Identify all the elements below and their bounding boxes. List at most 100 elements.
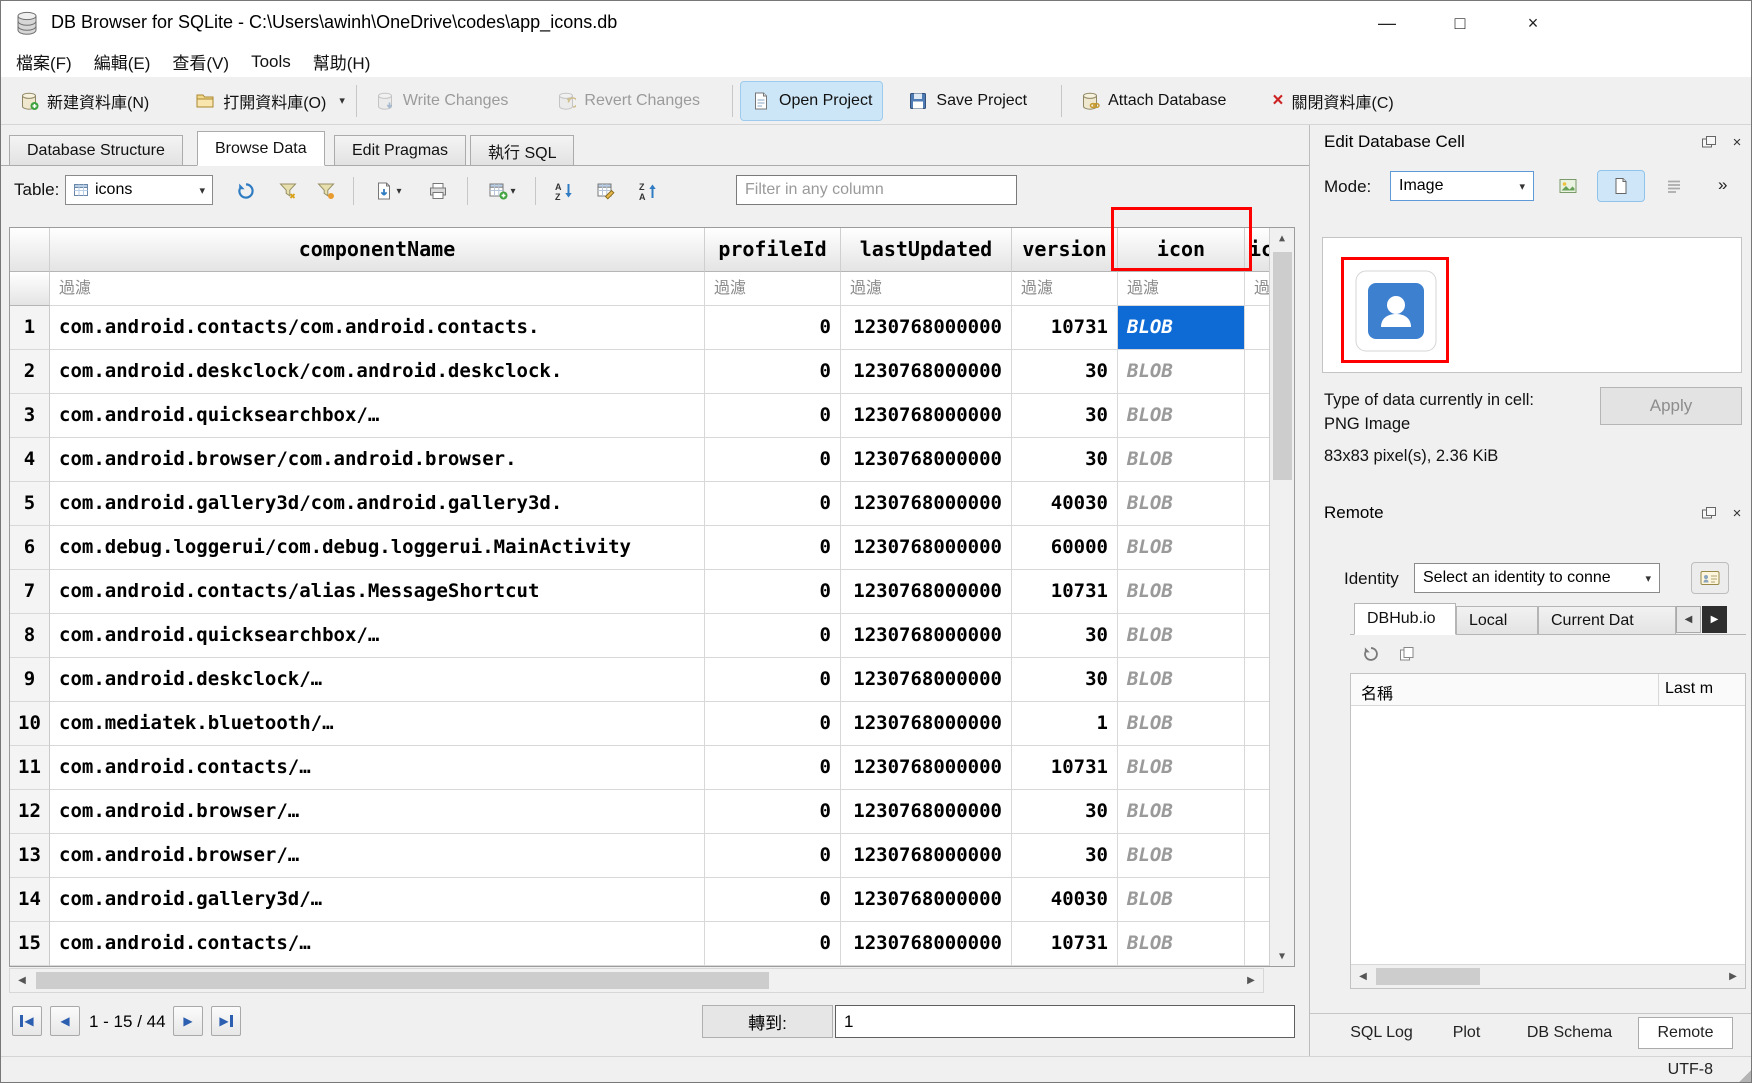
- lastUpdated-cell[interactable]: 1230768000000: [841, 306, 1012, 350]
- icon-cell[interactable]: BLOB: [1118, 570, 1245, 614]
- profileId-cell[interactable]: 0: [705, 878, 841, 922]
- profileId-cell[interactable]: 0: [705, 702, 841, 746]
- next-record-button[interactable]: ▶: [173, 1006, 203, 1036]
- componentName-cell[interactable]: com.android.contacts/com.android.contact…: [50, 306, 705, 350]
- open-database-dropdown[interactable]: ▾: [336, 94, 348, 107]
- toolbar-overflow-button[interactable]: »: [1718, 175, 1727, 195]
- float-panel-button[interactable]: [1696, 501, 1722, 525]
- menu-file[interactable]: 檔案(F): [5, 45, 83, 78]
- version-cell[interactable]: 10731: [1012, 922, 1118, 966]
- save-view-button[interactable]: ▾: [363, 175, 413, 207]
- version-cell[interactable]: 10731: [1012, 570, 1118, 614]
- maximize-button[interactable]: □: [1437, 1, 1483, 46]
- version-cell[interactable]: 30: [1012, 834, 1118, 878]
- extra-cell[interactable]: [1245, 878, 1270, 922]
- remote-tab-local[interactable]: Local: [1456, 606, 1538, 635]
- refresh-button[interactable]: [229, 175, 263, 207]
- scroll-down-button[interactable]: ▼: [1270, 946, 1294, 966]
- profileId-cell[interactable]: 0: [705, 922, 841, 966]
- icon-cell[interactable]: BLOB: [1118, 702, 1245, 746]
- minimize-button[interactable]: —: [1364, 1, 1410, 46]
- lastUpdated-cell[interactable]: 1230768000000: [841, 438, 1012, 482]
- lastUpdated-cell[interactable]: 1230768000000: [841, 482, 1012, 526]
- apply-button[interactable]: Apply: [1600, 387, 1742, 425]
- componentName-cell[interactable]: com.android.deskclock/com.android.deskcl…: [50, 350, 705, 394]
- resize-grip[interactable]: [1738, 1069, 1751, 1082]
- new-database-button[interactable]: 新建資料庫(N): [9, 82, 159, 120]
- icon-cell[interactable]: BLOB: [1118, 746, 1245, 790]
- profileId-cell[interactable]: 0: [705, 482, 841, 526]
- componentName-cell[interactable]: com.android.quicksearchbox/…: [50, 394, 705, 438]
- profileId-cell[interactable]: 0: [705, 438, 841, 482]
- filter-version[interactable]: 過濾: [1012, 272, 1118, 306]
- icon-cell[interactable]: BLOB: [1118, 834, 1245, 878]
- open-database-button[interactable]: 打開資料庫(O): [185, 82, 336, 120]
- version-cell[interactable]: 40030: [1012, 878, 1118, 922]
- extra-cell[interactable]: [1245, 350, 1270, 394]
- horizontal-scrollbar[interactable]: ◀ ▶: [9, 968, 1264, 993]
- icon-cell[interactable]: BLOB: [1118, 350, 1245, 394]
- version-cell[interactable]: 30: [1012, 790, 1118, 834]
- componentName-cell[interactable]: com.android.quicksearchbox/…: [50, 614, 705, 658]
- componentName-cell[interactable]: com.android.gallery3d/…: [50, 878, 705, 922]
- table-selector[interactable]: icons ▾: [65, 175, 213, 205]
- close-panel-button[interactable]: ×: [1724, 501, 1750, 525]
- version-cell[interactable]: 30: [1012, 350, 1118, 394]
- last-record-button[interactable]: ▶: [211, 1006, 241, 1036]
- text-mode-button[interactable]: [1598, 171, 1644, 201]
- import-image-button[interactable]: [1550, 171, 1586, 201]
- version-cell[interactable]: 10731: [1012, 746, 1118, 790]
- save-project-button[interactable]: Save Project: [898, 82, 1037, 120]
- componentName-cell[interactable]: com.android.contacts/…: [50, 922, 705, 966]
- vertical-scrollbar-thumb[interactable]: [1273, 252, 1292, 480]
- sort-ascending-button[interactable]: AZ: [547, 175, 581, 207]
- lastUpdated-cell[interactable]: 1230768000000: [841, 526, 1012, 570]
- new-record-button[interactable]: ▾: [477, 175, 527, 207]
- tab-scroll-right-button[interactable]: ▶: [1702, 606, 1727, 633]
- componentName-cell[interactable]: com.mediatek.bluetooth/…: [50, 702, 705, 746]
- profileId-cell[interactable]: 0: [705, 526, 841, 570]
- profileId-cell[interactable]: 0: [705, 394, 841, 438]
- column-header-version[interactable]: version: [1012, 228, 1118, 272]
- scroll-right-button[interactable]: ▶: [1239, 969, 1263, 992]
- icon-cell[interactable]: BLOB: [1118, 790, 1245, 834]
- filter-icon[interactable]: 過濾: [1118, 272, 1245, 306]
- filter-profileId[interactable]: 過濾: [705, 272, 841, 306]
- dock-tab-db-schema[interactable]: DB Schema: [1504, 1017, 1635, 1049]
- column-header-partial[interactable]: ic: [1245, 228, 1270, 272]
- extra-cell[interactable]: [1245, 394, 1270, 438]
- import-identity-button[interactable]: [1692, 563, 1728, 593]
- clear-filters-button[interactable]: [271, 175, 305, 207]
- componentName-cell[interactable]: com.android.contacts/alias.MessageShortc…: [50, 570, 705, 614]
- last-modified-column-header[interactable]: Last m: [1665, 680, 1713, 698]
- extra-cell[interactable]: [1245, 746, 1270, 790]
- edit-cell-button[interactable]: [589, 175, 623, 207]
- version-cell[interactable]: 30: [1012, 438, 1118, 482]
- icon-cell[interactable]: BLOB: [1118, 482, 1245, 526]
- version-cell[interactable]: 30: [1012, 614, 1118, 658]
- version-cell[interactable]: 30: [1012, 658, 1118, 702]
- filter-lastUpdated[interactable]: 過濾: [841, 272, 1012, 306]
- version-cell[interactable]: 40030: [1012, 482, 1118, 526]
- tab-browse-data[interactable]: Browse Data: [197, 131, 325, 166]
- scroll-right-button[interactable]: ▶: [1721, 965, 1745, 987]
- componentName-cell[interactable]: com.android.browser/com.android.browser.: [50, 438, 705, 482]
- float-panel-button[interactable]: [1696, 130, 1722, 154]
- extra-cell[interactable]: [1245, 834, 1270, 878]
- goto-record-input[interactable]: [835, 1005, 1295, 1038]
- version-cell[interactable]: 10731: [1012, 306, 1118, 350]
- remote-clone-button[interactable]: [1394, 642, 1420, 666]
- extra-cell[interactable]: [1245, 526, 1270, 570]
- word-wrap-button[interactable]: [1656, 171, 1692, 201]
- extra-cell[interactable]: [1245, 614, 1270, 658]
- close-database-button[interactable]: × 關閉資料庫(C): [1262, 82, 1403, 120]
- lastUpdated-cell[interactable]: 1230768000000: [841, 834, 1012, 878]
- profileId-cell[interactable]: 0: [705, 614, 841, 658]
- icon-cell[interactable]: BLOB: [1118, 394, 1245, 438]
- attach-database-button[interactable]: Attach Database: [1070, 82, 1236, 120]
- remote-refresh-button[interactable]: [1358, 642, 1384, 666]
- icon-cell[interactable]: BLOB: [1118, 526, 1245, 570]
- filter-partial[interactable]: 過濾: [1245, 272, 1270, 306]
- extra-cell[interactable]: [1245, 790, 1270, 834]
- tab-scroll-left-button[interactable]: ◀: [1676, 606, 1701, 633]
